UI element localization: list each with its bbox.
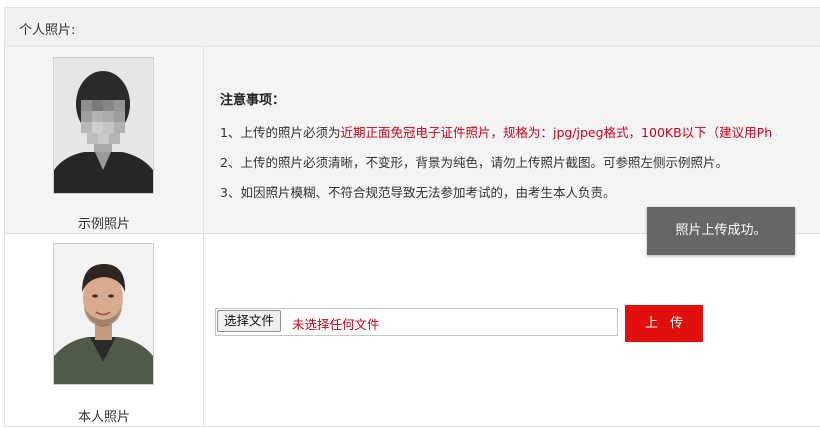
file-input[interactable]: 选择文件 未选择任何文件: [215, 308, 618, 336]
notes-block: 注意事项： 1、上传的照片必须为近期正面免冠电子证件照片，规格为：jpg/jpe…: [220, 89, 820, 208]
own-photo: [53, 243, 154, 385]
note-line-1-text: 1、上传的照片必须为: [220, 125, 341, 140]
note-line-2: 2、上传的照片必须清晰，不变形，背景为纯色，请勿上传照片截图。可参照左侧示例照片…: [220, 155, 728, 170]
example-photo: [53, 57, 154, 194]
note-line-3: 3、如因照片模糊、不符合规范导致无法参加考试的，由考生本人负责。: [220, 185, 616, 200]
column-divider: [203, 47, 204, 426]
file-status-text: 未选择任何文件: [292, 317, 380, 332]
own-portrait-image: [54, 244, 153, 384]
example-portrait-image: [54, 58, 153, 193]
section-header: 个人照片:: [5, 8, 820, 47]
note-line-1-highlight: 近期正面免冠电子证件照片，规格为：jpg/jpeg格式，100KB以下（建议用P…: [340, 125, 773, 140]
choose-file-button[interactable]: 选择文件: [217, 310, 282, 332]
own-photo-caption: 本人照片: [77, 410, 130, 425]
upload-button[interactable]: 上传: [625, 305, 703, 342]
example-photo-caption: 示例照片: [77, 217, 130, 232]
upload-success-toast: 照片上传成功。: [647, 207, 795, 255]
example-row: 示例照片 注意事项： 1、上传的照片必须为近期正面免冠电子证件照片，规格为：jp…: [5, 47, 820, 234]
notes-title: 注意事项：: [220, 93, 286, 108]
section-label: 个人照片:: [19, 23, 76, 38]
note-line-1: 1、上传的照片必须为近期正面免冠电子证件照片，规格为：jpg/jpeg格式，10…: [220, 118, 820, 148]
